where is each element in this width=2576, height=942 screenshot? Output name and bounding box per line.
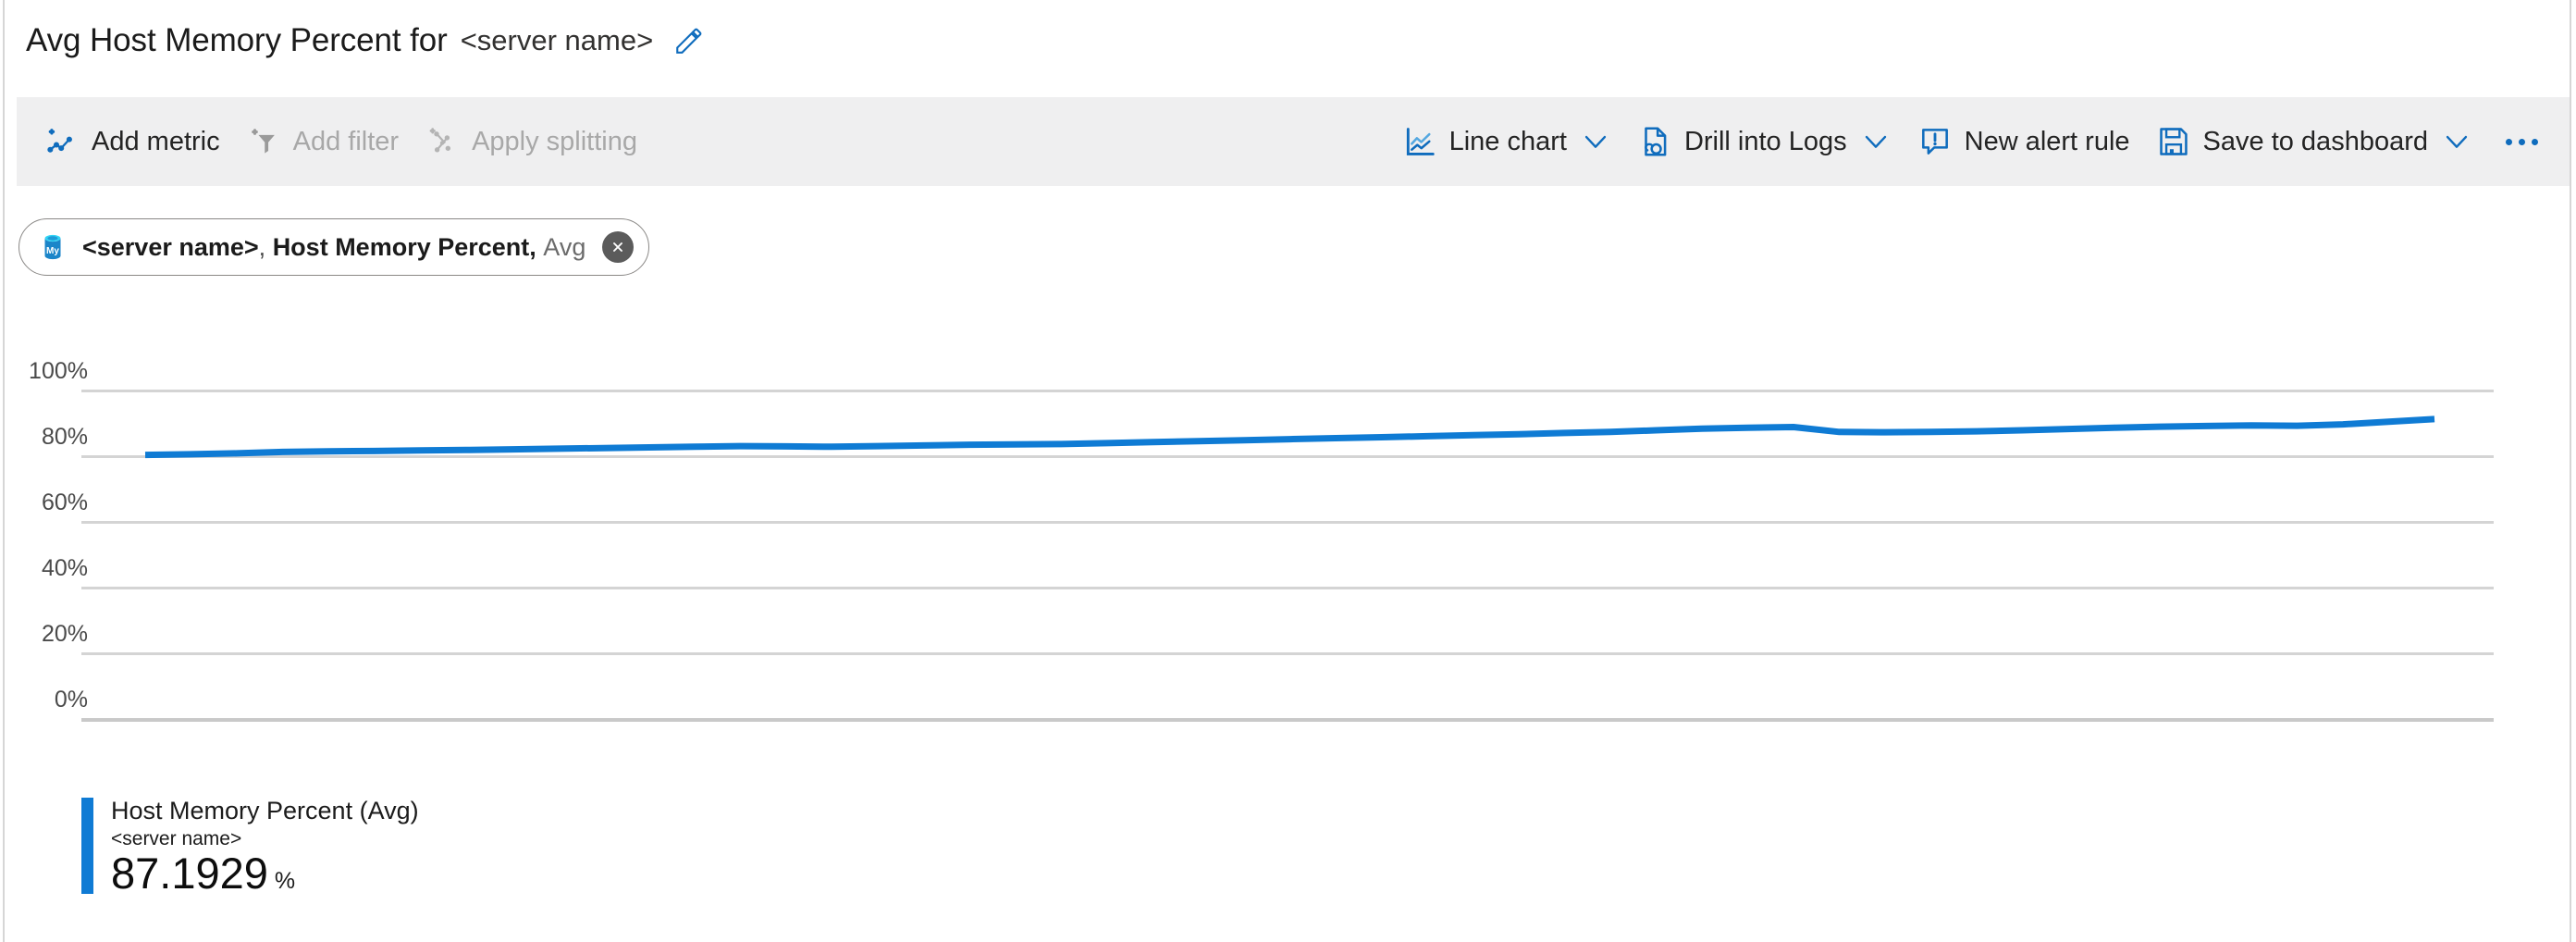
legend-series-title: Host Memory Percent (Avg) xyxy=(111,798,419,824)
svg-text:My: My xyxy=(46,246,59,256)
legend-color-swatch xyxy=(81,798,93,894)
more-commands-button[interactable] xyxy=(2485,113,2558,170)
legend-value-row: 87.1929% xyxy=(111,850,419,896)
drill-into-logs-button[interactable]: Drill into Logs xyxy=(1624,113,1904,170)
metrics-chart[interactable]: 100% 80% 60% 40% 20% 0% 12 PM 6 PM Thu 2… xyxy=(0,352,2576,787)
add-metric-icon xyxy=(44,124,80,159)
pencil-icon[interactable] xyxy=(673,25,705,56)
chart-legend[interactable]: Host Memory Percent (Avg) <server name> … xyxy=(81,798,419,897)
save-to-dashboard-icon xyxy=(2156,124,2191,159)
legend-unit: % xyxy=(275,868,295,894)
chevron-down-icon[interactable] xyxy=(1580,126,1611,157)
command-bar-right-group: Line chart Drill into Logs xyxy=(1389,113,2558,170)
legend-resource: <server name> xyxy=(111,829,419,849)
metric-chip-text: <server name>, Host Memory Percent, Avg xyxy=(82,233,585,262)
new-alert-rule-icon xyxy=(1917,124,1953,159)
save-to-dashboard-label: Save to dashboard xyxy=(2203,127,2428,157)
ellipsis-dot xyxy=(2532,139,2538,145)
legend-value: 87.1929 xyxy=(111,849,268,898)
drill-into-logs-label: Drill into Logs xyxy=(1684,127,1847,157)
metric-chip-resource: <server name> xyxy=(82,233,259,261)
add-metric-button[interactable]: Add metric xyxy=(31,113,233,170)
apply-splitting-icon xyxy=(425,124,460,159)
metric-chip-aggregation: Avg xyxy=(543,233,585,261)
drill-into-logs-icon xyxy=(1637,124,1672,159)
legend-text-block: Host Memory Percent (Avg) <server name> … xyxy=(111,798,419,897)
add-filter-icon xyxy=(246,124,281,159)
apply-splitting-label: Apply splitting xyxy=(472,127,637,157)
metrics-explorer-page: Avg Host Memory Percent for <server name… xyxy=(0,0,2576,942)
add-filter-label: Add filter xyxy=(293,127,399,157)
apply-splitting-button[interactable]: Apply splitting xyxy=(412,113,650,170)
save-to-dashboard-button[interactable]: Save to dashboard xyxy=(2143,113,2485,170)
ellipsis-dot xyxy=(2519,139,2525,145)
add-filter-button[interactable]: Add filter xyxy=(233,113,412,170)
new-alert-rule-button[interactable]: New alert rule xyxy=(1904,113,2143,170)
close-icon[interactable] xyxy=(602,231,634,263)
chevron-down-icon[interactable] xyxy=(2441,126,2472,157)
page-title-resource: <server name> xyxy=(461,24,654,57)
metric-chip-separator: , xyxy=(259,233,266,261)
command-bar-left-group: Add metric Add filter xyxy=(31,113,650,170)
page-title: Avg Host Memory Percent for <server name… xyxy=(26,19,705,63)
line-chart-icon xyxy=(1402,124,1437,159)
new-alert-rule-label: New alert rule xyxy=(1965,127,2130,157)
command-bar: Add metric Add filter xyxy=(17,97,2570,186)
line-chart-label: Line chart xyxy=(1449,127,1567,157)
metric-chip-metric: Host Memory Percent, xyxy=(273,233,536,261)
metric-chip[interactable]: My <server name>, Host Memory Percent, A… xyxy=(18,218,649,276)
chevron-down-icon[interactable] xyxy=(1860,126,1892,157)
mysql-database-icon: My xyxy=(36,230,69,264)
add-metric-label: Add metric xyxy=(92,127,220,157)
ellipsis-dot xyxy=(2506,139,2512,145)
series-line xyxy=(0,352,2576,787)
page-title-text: Avg Host Memory Percent for xyxy=(26,22,448,59)
line-chart-button[interactable]: Line chart xyxy=(1389,113,1624,170)
